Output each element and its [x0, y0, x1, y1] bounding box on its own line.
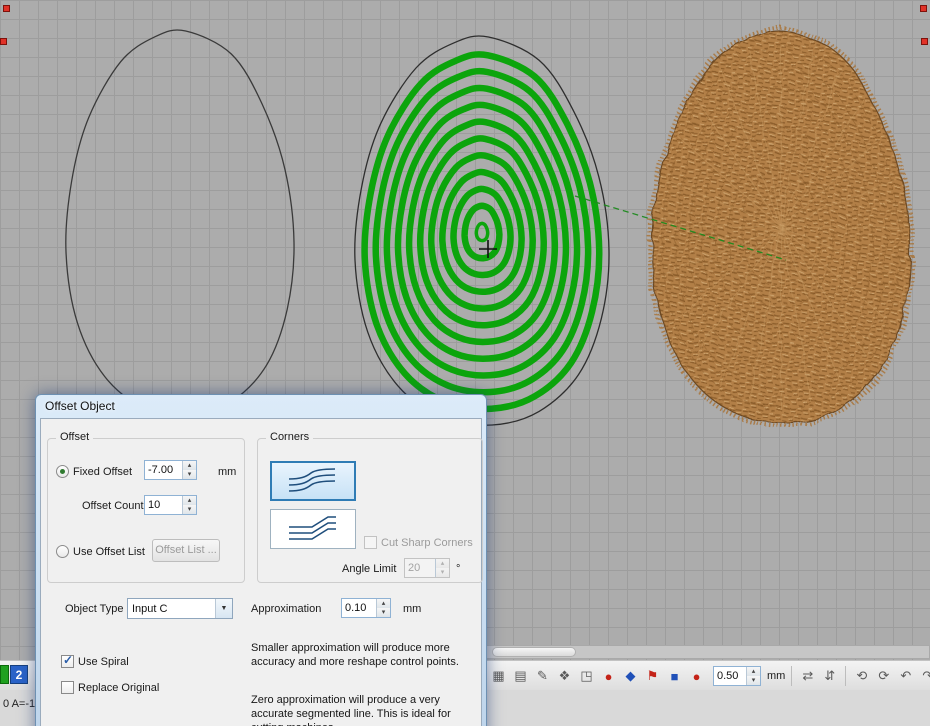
rotate-right-icon[interactable]: ⟳ [874, 666, 893, 686]
selection-handle[interactable] [921, 38, 928, 45]
spin-down-icon[interactable]: ▾ [436, 568, 449, 577]
corners-group: Corners [257, 438, 483, 583]
spin-up-icon[interactable]: ▴ [183, 496, 196, 505]
redo-icon[interactable]: ↷ [918, 666, 930, 686]
rotate-left-icon[interactable]: ⟲ [852, 666, 871, 686]
bottom-toolbar-icons: ▦ ▤ ✎ ❖ ◳ ● ◆ ⚑ ■ ● 0.50 ▴ ▾ mm ⇄ ⇵ ⟲ ⟳ [489, 663, 930, 689]
fixed-offset-spinner[interactable]: -7.00 ▴ ▾ [144, 460, 197, 480]
offset-group: Offset Fixed Offset -7.00 ▴ ▾ mm Offset … [47, 438, 245, 583]
dropdown-arrow-icon[interactable]: ▼ [215, 599, 232, 618]
grid-size-spinner[interactable]: 0.50 ▴ ▾ [713, 666, 761, 686]
use-offset-list-label[interactable]: Use Offset List [73, 546, 145, 558]
red-dot-icon[interactable]: ● [687, 666, 706, 686]
approximation-label: Approximation [251, 603, 321, 615]
selection-handle[interactable] [920, 5, 927, 12]
offset-list-button[interactable]: Offset List ... [152, 539, 220, 562]
spin-up-icon[interactable]: ▴ [747, 667, 760, 676]
offset-count-spinner[interactable]: 10 ▴ ▾ [144, 495, 197, 515]
horizontal-scrollbar[interactable] [486, 645, 930, 659]
snap-icon[interactable]: ◆ [621, 666, 640, 686]
round-corners-icon [284, 467, 342, 495]
mirror-vertical-icon[interactable]: ⇵ [820, 666, 839, 686]
approximation-unit-label: mm [403, 603, 421, 615]
scrollbar-thumb[interactable] [492, 647, 576, 657]
application-window: 2 ▦ ▤ ✎ ❖ ◳ ● ◆ ⚑ ■ ● 0.50 ▴ ▾ mm ⇄ ⇵ [0, 0, 930, 726]
spin-up-icon[interactable]: ▴ [183, 461, 196, 470]
offset-spiral-shape[interactable] [355, 36, 609, 425]
spin-down-icon[interactable]: ▾ [183, 470, 196, 479]
grid-icon[interactable]: ▦ [489, 666, 508, 686]
mirror-horizontal-icon[interactable]: ⇄ [798, 666, 817, 686]
degree-unit-label: ° [456, 563, 460, 575]
outline-shape[interactable] [66, 30, 294, 415]
layer-badge-2[interactable]: 2 [10, 665, 28, 684]
spin-up-icon[interactable]: ▴ [377, 599, 390, 608]
undo-icon[interactable]: ↶ [896, 666, 915, 686]
stitch-preview-shape[interactable] [649, 27, 913, 426]
toolbar-separator [791, 666, 792, 686]
spin-up-icon[interactable]: ▴ [436, 559, 449, 568]
replace-original-checkbox[interactable] [61, 681, 74, 694]
mm-unit-label: mm [218, 466, 236, 478]
fixed-offset-label[interactable]: Fixed Offset [73, 466, 132, 478]
fixed-offset-radio[interactable] [56, 465, 69, 478]
spin-down-icon[interactable]: ▾ [377, 608, 390, 617]
grid-size-value[interactable]: 0.50 [714, 667, 746, 685]
dialog-title[interactable]: Offset Object [40, 395, 482, 418]
selection-handle[interactable] [3, 5, 10, 12]
approximation-note-smaller: Smaller approximation will produce more … [251, 641, 481, 669]
toolbar-separator [845, 666, 846, 686]
angle-limit-label: Angle Limit [342, 563, 396, 575]
nodes-icon[interactable]: ❖ [555, 666, 574, 686]
cut-sharp-corners-label[interactable]: Cut Sharp Corners [381, 537, 473, 549]
object-type-value[interactable]: Input C [128, 603, 215, 615]
layer-badge-1[interactable] [0, 665, 9, 684]
selection-handle[interactable] [0, 38, 7, 45]
angle-limit-spinner[interactable]: 20 ▴ ▾ [404, 558, 450, 578]
offset-group-label: Offset [56, 431, 93, 443]
use-spiral-checkbox[interactable]: ✓ [61, 655, 74, 668]
sharp-corners-icon [284, 515, 342, 543]
approximation-spinner[interactable]: 0.10 ▴ ▾ [341, 598, 391, 618]
approximation-note-zero: Zero approximation will produce a very a… [251, 693, 481, 726]
corners-group-label: Corners [266, 431, 313, 443]
frame-icon[interactable]: ◳ [577, 666, 596, 686]
grid-size-unit: mm [767, 670, 785, 682]
edit-icon[interactable]: ✎ [533, 666, 552, 686]
offset-count-label: Offset Count [82, 500, 144, 512]
blue-square-icon[interactable]: ■ [665, 666, 684, 686]
check-icon: ✓ [63, 653, 73, 667]
offset-object-dialog: Offset Object Offset Fixed Offset -7.00 … [35, 394, 487, 726]
object-type-dropdown[interactable]: Input C ▼ [127, 598, 233, 619]
spin-down-icon[interactable]: ▾ [183, 505, 196, 514]
round-corners-button[interactable] [270, 461, 356, 501]
spin-down-icon[interactable]: ▾ [747, 676, 760, 685]
use-offset-list-radio[interactable] [56, 545, 69, 558]
replace-original-label[interactable]: Replace Original [78, 682, 159, 694]
red-marker-icon[interactable]: ● [599, 666, 618, 686]
dialog-body: Offset Fixed Offset -7.00 ▴ ▾ mm Offset … [40, 418, 482, 726]
use-spiral-label[interactable]: Use Spiral [78, 656, 129, 668]
sharp-corners-button[interactable] [270, 509, 356, 549]
cut-sharp-corners-checkbox[interactable] [364, 536, 377, 549]
flag-icon[interactable]: ⚑ [643, 666, 662, 686]
object-type-label: Object Type [65, 603, 124, 615]
hatch-icon[interactable]: ▤ [511, 666, 530, 686]
